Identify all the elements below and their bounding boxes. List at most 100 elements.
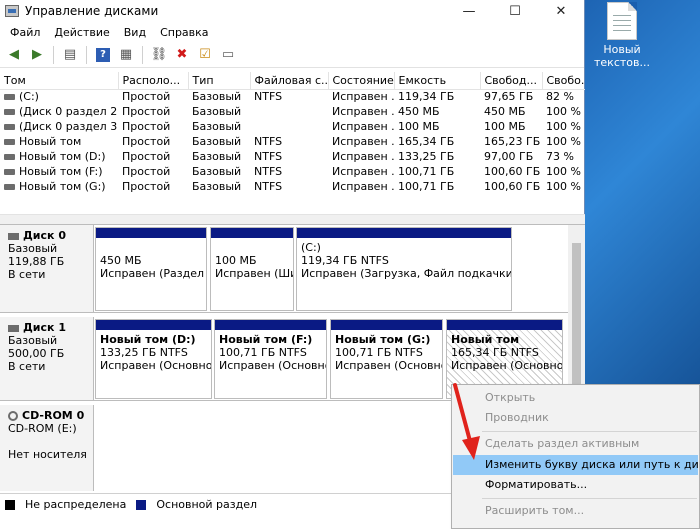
partition-c[interactable]: (C:) 119,34 ГБ NTFS Исправен (Загрузка, … [296, 227, 512, 311]
table-row[interactable]: Новый том (D:) Простой Базовый NTFS Испр… [0, 149, 585, 164]
table-row[interactable]: Новый том (G:) Простой Базовый NTFS Испр… [0, 179, 585, 194]
partition-status: Исправен (Основной [100, 359, 211, 372]
table-cell: Исправен ... [332, 120, 394, 133]
column-header-filesystem[interactable]: Файловая с... [250, 72, 329, 90]
cdrom-info[interactable]: CD-ROM 0 CD-ROM (E:) Нет носителя [0, 405, 94, 491]
disk-type: Базовый [8, 334, 58, 347]
partition-status: Исправен (Ши [215, 267, 293, 280]
window-title: Управление дисками [25, 4, 159, 18]
back-arrow-icon[interactable]: ◀ [4, 45, 24, 65]
table-cell: Исправен ... [332, 90, 394, 104]
disk-status: В сети [8, 360, 46, 373]
menu-item-extend-volume[interactable]: Расширить том... [453, 501, 698, 521]
volume-icon [4, 154, 15, 160]
menu-file[interactable]: Файл [3, 26, 47, 39]
context-menu: Открыть Проводник Сделать раздел активны… [451, 384, 700, 529]
menu-help[interactable]: Справка [153, 26, 215, 39]
volume-name-cell: (Диск 0 раздел 2) [0, 104, 118, 119]
menu-item-change-drive-letter[interactable]: Изменить букву диска или путь к диску... [453, 455, 698, 475]
table-cell: Базовый [192, 180, 242, 193]
partition-status: Исправен (Раздел в [100, 267, 206, 280]
table-cell: 165,34 ГБ [398, 135, 455, 148]
menu-item-open[interactable]: Открыть [453, 388, 698, 408]
partition-size: 119,34 ГБ NTFS [301, 254, 389, 267]
table-cell: Исправен ... [332, 165, 394, 178]
table-cell: 100 % [546, 180, 581, 193]
menu-item-mark-active[interactable]: Сделать раздел активным [453, 434, 698, 454]
close-button[interactable]: ✕ [538, 0, 584, 22]
volume-list-scrollbar[interactable] [0, 214, 585, 224]
table-cell: Базовый [192, 105, 242, 118]
table-row[interactable]: (Диск 0 раздел 3) Простой Базовый Исправ… [0, 119, 585, 134]
table-cell: 165,23 ГБ [484, 135, 541, 148]
volume-name-cell: Новый том [0, 134, 118, 149]
unallocated-swatch [5, 499, 15, 510]
disk-size: 500,00 ГБ [8, 347, 65, 360]
partition-disk0-part3[interactable]: 100 МБ Исправен (Ши [210, 227, 294, 311]
column-header-free-space[interactable]: Свобод... [480, 72, 543, 90]
text-document-icon [607, 2, 637, 40]
table-cell: Базовый [192, 90, 242, 104]
column-header-capacity[interactable]: Емкость [394, 72, 481, 90]
volume-list-header: Том Располо... Тип Файловая с... Состоян… [0, 72, 585, 90]
table-cell: Простой [122, 90, 171, 104]
help-icon[interactable]: ? [93, 45, 113, 65]
cd-drive-icon [8, 411, 18, 421]
console-tree-icon[interactable]: ▤ [60, 45, 80, 65]
disk-0-info[interactable]: Диск 0 Базовый 119,88 ГБ В сети [0, 225, 94, 312]
column-header-volume[interactable]: Том [0, 72, 119, 90]
column-header-free-percent[interactable]: Свобо... [542, 72, 585, 90]
column-header-layout[interactable]: Располо... [118, 72, 189, 90]
table-row[interactable]: Новый том Простой Базовый NTFS Исправен … [0, 134, 585, 149]
table-cell: Исправен ... [332, 180, 394, 193]
settings-panel-icon[interactable]: ▭ [218, 45, 238, 65]
menu-action[interactable]: Действие [47, 26, 116, 39]
volume-name: (C:) [19, 90, 39, 104]
toolbar: ◀ ▶ ▤ ? ▦ ⛓ ✖ ☑ ▭ [0, 42, 584, 68]
table-cell: 97,00 ГБ [484, 150, 534, 163]
partition-title: Новый том (D:) [100, 333, 196, 346]
table-cell: NTFS [254, 135, 283, 148]
delete-icon[interactable]: ✖ [172, 45, 192, 65]
table-cell: Простой [122, 165, 171, 178]
table-cell: 100,60 ГБ [484, 180, 541, 193]
connect-drive-icon[interactable]: ⛓ [149, 45, 169, 65]
forward-arrow-icon[interactable]: ▶ [27, 45, 47, 65]
table-cell: 450 МБ [398, 105, 440, 118]
table-row[interactable]: (Диск 0 раздел 2) Простой Базовый Исправ… [0, 104, 585, 119]
check-icon[interactable]: ☑ [195, 45, 215, 65]
volume-icon [4, 124, 15, 130]
volume-icon [4, 94, 15, 101]
table-cell: 100 МБ [484, 120, 526, 133]
menu-separator [482, 498, 697, 499]
partition-size: 100 МБ [215, 254, 257, 267]
volume-name-cell: Новый том (D:) [0, 149, 118, 164]
partition-size: 100,71 ГБ NTFS [219, 346, 307, 359]
desktop-text-file-icon[interactable]: Новый текстов... [592, 2, 652, 69]
table-cell: 100,60 ГБ [484, 165, 541, 178]
column-header-type[interactable]: Тип [188, 72, 251, 90]
toolbar-divider [142, 45, 143, 64]
volume-icon [4, 109, 15, 115]
table-row[interactable]: (C:) Простой Базовый NTFS Исправен ... 1… [0, 89, 585, 104]
partition-g[interactable]: Новый том (G:) 100,71 ГБ NTFS Исправен (… [330, 319, 443, 399]
menu-item-format[interactable]: Форматировать... [453, 475, 698, 495]
properties-icon[interactable]: ▦ [116, 45, 136, 65]
table-cell [250, 104, 328, 119]
partition-f[interactable]: Новый том (F:) 100,71 ГБ NTFS Исправен (… [214, 319, 327, 399]
column-header-status[interactable]: Состояние [328, 72, 395, 90]
disk-status: Нет носителя [8, 448, 87, 461]
minimize-button[interactable]: — [446, 0, 492, 22]
maximize-button[interactable]: ☐ [492, 0, 538, 22]
table-row[interactable]: Новый том (F:) Простой Базовый NTFS Испр… [0, 164, 585, 179]
partition-size: 133,25 ГБ NTFS [100, 346, 188, 359]
partition-disk0-part2[interactable]: 450 МБ Исправен (Раздел в [95, 227, 207, 311]
partition-bar [211, 228, 293, 238]
partition-d[interactable]: Новый том (D:) 133,25 ГБ NTFS Исправен (… [95, 319, 212, 399]
table-cell: 450 МБ [484, 105, 526, 118]
disk-1-info[interactable]: Диск 1 Базовый 500,00 ГБ В сети [0, 317, 94, 400]
menu-view[interactable]: Вид [117, 26, 153, 39]
table-cell: 100 МБ [398, 120, 440, 133]
menu-item-explorer[interactable]: Проводник [453, 408, 698, 428]
